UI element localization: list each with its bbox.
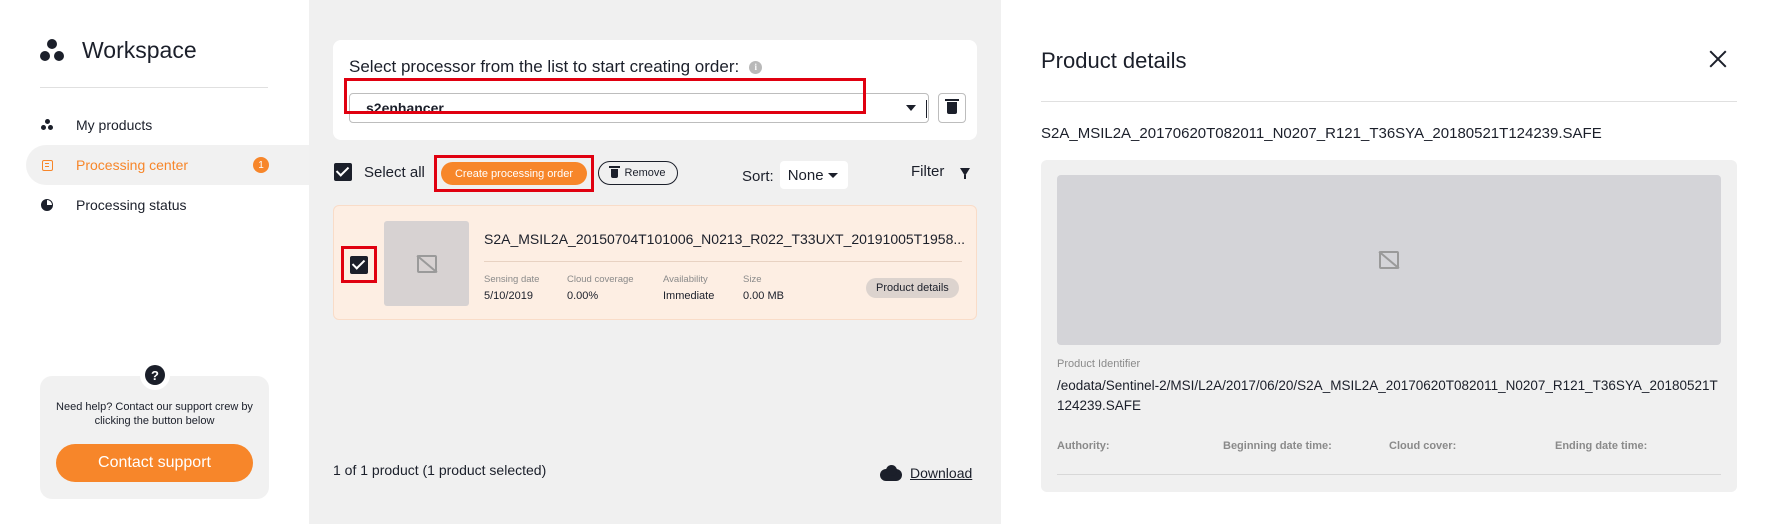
funnel-icon bbox=[960, 167, 971, 179]
product-toolbar: Select all Create processing order Remov… bbox=[333, 155, 977, 192]
sidebar-item-processing-status[interactable]: Processing status bbox=[26, 185, 309, 225]
sidebar-item-label: My products bbox=[76, 117, 153, 133]
meta-key: Availability bbox=[663, 274, 708, 285]
filter-button[interactable]: Filter bbox=[911, 163, 971, 180]
divider bbox=[1041, 101, 1737, 102]
help-text: Need help? Contact our support crew by c… bbox=[56, 401, 253, 427]
list-icon bbox=[40, 158, 54, 172]
select-all-checkbox[interactable]: Select all bbox=[334, 163, 425, 181]
remove-label: Remove bbox=[624, 167, 666, 179]
trash-icon bbox=[945, 99, 959, 114]
processing-center: Select processor from the list to start … bbox=[309, 0, 1001, 524]
meta-value: 0.00% bbox=[567, 290, 599, 302]
product-preview bbox=[1057, 175, 1721, 345]
sort-label: Sort: bbox=[742, 167, 774, 185]
meta-cloud-coverage: Cloud coverage 0.00% bbox=[567, 274, 634, 302]
panel-product-name: S2A_MSIL2A_20170620T082011_N0207_R121_T3… bbox=[1041, 125, 1602, 142]
identifier-value: /eodata/Sentinel-2/MSI/L2A/2017/06/20/S2… bbox=[1057, 378, 1718, 413]
filter-label: Filter bbox=[911, 163, 945, 180]
checkbox-checked-icon bbox=[334, 163, 352, 181]
meta-sensing-date: Sensing date 5/10/2019 bbox=[484, 274, 539, 302]
workspace-dots-icon bbox=[40, 118, 54, 132]
clear-processor-button[interactable] bbox=[938, 93, 966, 123]
attr-authority: Authority: bbox=[1057, 440, 1110, 452]
product-checkbox[interactable] bbox=[350, 256, 368, 274]
sidebar-item-processing-center[interactable]: Processing center 1 bbox=[26, 145, 309, 185]
processor-label: Select processor from the list to start … bbox=[349, 57, 763, 77]
info-icon[interactable]: i bbox=[749, 60, 763, 74]
sort-control: Sort: None bbox=[742, 161, 848, 189]
select-all-label: Select all bbox=[364, 163, 425, 181]
sidebar-item-my-products[interactable]: My products bbox=[26, 105, 309, 145]
remove-button[interactable]: Remove bbox=[598, 161, 678, 185]
processor-label-text: Select processor from the list to start … bbox=[349, 57, 740, 76]
sort-select[interactable]: None bbox=[779, 161, 848, 189]
attribute-row: Authority: Beginning date time: Cloud co… bbox=[1057, 440, 1721, 452]
contact-support-button[interactable]: Contact support bbox=[56, 444, 253, 482]
processor-select[interactable]: s2enhancer bbox=[349, 93, 929, 123]
create-processing-order-button[interactable]: Create processing order bbox=[441, 162, 587, 185]
workspace-logo-icon bbox=[38, 36, 66, 64]
select-separator bbox=[926, 100, 927, 118]
download-link[interactable]: Download bbox=[880, 465, 972, 481]
meta-key: Size bbox=[743, 274, 762, 285]
attr-ending-date-time: Ending date time: bbox=[1555, 440, 1648, 452]
meta-availability: Availability Immediate bbox=[663, 274, 714, 302]
download-label: Download bbox=[910, 465, 973, 481]
product-details-panel: Product details S2A_MSIL2A_20170620T0820… bbox=[1001, 0, 1776, 524]
divider bbox=[1057, 474, 1721, 475]
sidebar-nav: My products Processing center 1 Processi… bbox=[26, 105, 309, 225]
attr-beginning-date-time: Beginning date time: bbox=[1223, 440, 1332, 452]
result-count: 1 of 1 product (1 product selected) bbox=[333, 462, 547, 478]
caret-down-icon bbox=[906, 105, 916, 111]
product-details-button[interactable]: Product details bbox=[866, 278, 959, 298]
divider bbox=[484, 261, 962, 262]
processor-select-value: s2enhancer bbox=[366, 100, 444, 116]
product-thumbnail bbox=[384, 221, 469, 306]
help-box: ? Need help? Contact our support crew by… bbox=[40, 360, 269, 499]
meta-key: Sensing date bbox=[484, 274, 540, 285]
pie-chart-icon bbox=[40, 198, 54, 212]
meta-value: 5/10/2019 bbox=[484, 290, 533, 302]
attr-cloud-cover: Cloud cover: bbox=[1389, 440, 1457, 452]
details-card: Product Identifier /eodata/Sentinel-2/MS… bbox=[1041, 160, 1737, 492]
brand[interactable]: Workspace bbox=[38, 36, 197, 64]
count-badge: 1 bbox=[253, 157, 269, 173]
meta-value: Immediate bbox=[663, 290, 715, 302]
close-icon[interactable] bbox=[1707, 48, 1729, 70]
meta-key: Cloud coverage bbox=[567, 274, 634, 285]
processor-card: Select processor from the list to start … bbox=[333, 40, 977, 140]
question-icon: ? bbox=[140, 360, 170, 390]
panel-title: Product details bbox=[1041, 48, 1187, 73]
image-unavailable-icon bbox=[1379, 251, 1399, 269]
brand-title: Workspace bbox=[82, 36, 197, 63]
cloud-download-icon bbox=[880, 465, 902, 481]
divider bbox=[40, 87, 268, 88]
meta-size: Size 0.00 MB bbox=[743, 274, 784, 302]
trash-icon bbox=[608, 165, 620, 178]
identifier-label: Product Identifier bbox=[1057, 358, 1141, 370]
caret-down-icon bbox=[827, 173, 838, 178]
sort-value: None bbox=[787, 166, 824, 184]
sidebar-item-label: Processing center bbox=[76, 157, 189, 173]
image-unavailable-icon bbox=[416, 254, 437, 273]
product-name[interactable]: S2A_MSIL2A_20150704T101006_N0213_R022_T3… bbox=[484, 231, 964, 247]
product-card[interactable]: S2A_MSIL2A_20150704T101006_N0213_R022_T3… bbox=[333, 205, 977, 320]
sidebar-item-label: Processing status bbox=[76, 197, 187, 213]
sidebar: Workspace My products Processing center … bbox=[0, 0, 309, 524]
meta-value: 0.00 MB bbox=[743, 290, 784, 302]
